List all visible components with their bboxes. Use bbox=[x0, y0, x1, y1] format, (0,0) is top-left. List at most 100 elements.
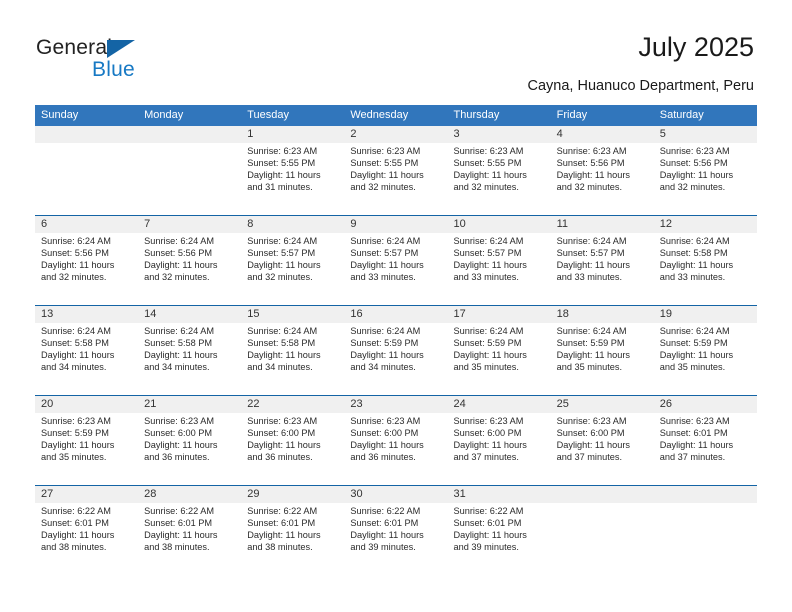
day-number[interactable]: 22 bbox=[241, 396, 344, 413]
day-number[interactable]: 8 bbox=[241, 216, 344, 233]
day-cell[interactable] bbox=[138, 143, 241, 215]
day-cell[interactable]: Sunrise: 6:24 AM Sunset: 5:58 PM Dayligh… bbox=[241, 323, 344, 395]
day-number[interactable] bbox=[138, 126, 241, 143]
daylight-text: Daylight: 11 hours bbox=[247, 440, 321, 451]
sunset-text: Sunset: 6:01 PM bbox=[41, 518, 109, 529]
day-cell[interactable]: Sunrise: 6:24 AM Sunset: 5:58 PM Dayligh… bbox=[35, 323, 138, 395]
daylight-text: Daylight: 11 hours bbox=[41, 260, 115, 271]
day-cell[interactable]: Sunrise: 6:23 AM Sunset: 5:59 PM Dayligh… bbox=[35, 413, 138, 485]
day-cell[interactable]: Sunrise: 6:24 AM Sunset: 5:57 PM Dayligh… bbox=[344, 233, 447, 305]
sunset-text: Sunset: 5:59 PM bbox=[41, 428, 109, 439]
daylight-text-cont: and 35 minutes. bbox=[556, 362, 623, 373]
day-number[interactable]: 31 bbox=[448, 486, 551, 503]
day-cell[interactable]: Sunrise: 6:23 AM Sunset: 6:01 PM Dayligh… bbox=[654, 413, 757, 485]
day-number[interactable]: 10 bbox=[448, 216, 551, 233]
day-number[interactable]: 21 bbox=[138, 396, 241, 413]
daylight-text-cont: and 35 minutes. bbox=[41, 452, 107, 463]
day-number[interactable]: 6 bbox=[35, 216, 138, 233]
day-cell[interactable] bbox=[654, 503, 757, 575]
day-cell[interactable]: Sunrise: 6:24 AM Sunset: 5:59 PM Dayligh… bbox=[654, 323, 757, 395]
sunrise-text: Sunrise: 6:24 AM bbox=[453, 326, 524, 336]
day-number[interactable]: 18 bbox=[551, 306, 654, 323]
day-cell[interactable]: Sunrise: 6:23 AM Sunset: 5:56 PM Dayligh… bbox=[551, 143, 654, 215]
sunrise-text: Sunrise: 6:23 AM bbox=[556, 416, 627, 426]
day-number[interactable]: 27 bbox=[35, 486, 138, 503]
day-cell[interactable]: Sunrise: 6:24 AM Sunset: 5:57 PM Dayligh… bbox=[551, 233, 654, 305]
day-cell[interactable] bbox=[35, 143, 138, 215]
daylight-text-cont: and 39 minutes. bbox=[350, 542, 416, 553]
day-number[interactable]: 7 bbox=[138, 216, 241, 233]
day-cell[interactable]: Sunrise: 6:24 AM Sunset: 5:56 PM Dayligh… bbox=[138, 233, 241, 305]
day-cell[interactable]: Sunrise: 6:23 AM Sunset: 5:55 PM Dayligh… bbox=[241, 143, 344, 215]
day-number[interactable]: 17 bbox=[448, 306, 551, 323]
day-cell[interactable]: Sunrise: 6:22 AM Sunset: 6:01 PM Dayligh… bbox=[241, 503, 344, 575]
daylight-text-cont: and 33 minutes. bbox=[350, 272, 416, 283]
week-detail-band: Sunrise: 6:23 AM Sunset: 5:55 PM Dayligh… bbox=[35, 143, 757, 215]
day-number[interactable]: 24 bbox=[448, 396, 551, 413]
day-number[interactable]: 19 bbox=[654, 306, 757, 323]
daylight-text: Daylight: 11 hours bbox=[453, 530, 527, 541]
day-number[interactable]: 25 bbox=[551, 396, 654, 413]
day-cell[interactable]: Sunrise: 6:23 AM Sunset: 5:55 PM Dayligh… bbox=[448, 143, 551, 215]
day-cell[interactable]: Sunrise: 6:24 AM Sunset: 5:59 PM Dayligh… bbox=[551, 323, 654, 395]
sunset-text: Sunset: 6:01 PM bbox=[350, 518, 419, 529]
day-cell[interactable]: Sunrise: 6:22 AM Sunset: 6:01 PM Dayligh… bbox=[344, 503, 447, 575]
day-cell[interactable]: Sunrise: 6:22 AM Sunset: 6:01 PM Dayligh… bbox=[448, 503, 551, 575]
day-number[interactable] bbox=[35, 126, 138, 143]
daylight-text-cont: and 36 minutes. bbox=[350, 452, 416, 463]
day-cell[interactable]: Sunrise: 6:23 AM Sunset: 5:55 PM Dayligh… bbox=[344, 143, 447, 215]
day-cell[interactable]: Sunrise: 6:23 AM Sunset: 6:00 PM Dayligh… bbox=[448, 413, 551, 485]
day-cell[interactable]: Sunrise: 6:23 AM Sunset: 6:00 PM Dayligh… bbox=[241, 413, 344, 485]
day-number[interactable]: 29 bbox=[241, 486, 344, 503]
sunset-text: Sunset: 6:00 PM bbox=[350, 428, 419, 439]
day-number[interactable]: 30 bbox=[344, 486, 447, 503]
day-number[interactable]: 23 bbox=[344, 396, 447, 413]
calendar-week-row: 1 2 3 4 5 Sunrise: 6:23 AM Sunset: 5:55 … bbox=[35, 126, 757, 215]
sunrise-text: Sunrise: 6:24 AM bbox=[659, 236, 730, 246]
day-number[interactable]: 16 bbox=[344, 306, 447, 323]
daylight-text: Daylight: 11 hours bbox=[350, 350, 424, 361]
day-cell[interactable]: Sunrise: 6:22 AM Sunset: 6:01 PM Dayligh… bbox=[138, 503, 241, 575]
day-number[interactable]: 2 bbox=[344, 126, 447, 143]
day-cell[interactable]: Sunrise: 6:24 AM Sunset: 5:59 PM Dayligh… bbox=[344, 323, 447, 395]
day-number[interactable]: 26 bbox=[654, 396, 757, 413]
daylight-text: Daylight: 11 hours bbox=[41, 440, 115, 451]
day-cell[interactable]: Sunrise: 6:23 AM Sunset: 6:00 PM Dayligh… bbox=[344, 413, 447, 485]
day-number[interactable]: 12 bbox=[654, 216, 757, 233]
sunset-text: Sunset: 5:57 PM bbox=[350, 248, 419, 259]
sunset-text: Sunset: 5:57 PM bbox=[556, 248, 625, 259]
day-number[interactable]: 5 bbox=[654, 126, 757, 143]
day-cell[interactable] bbox=[551, 503, 654, 575]
day-cell[interactable]: Sunrise: 6:23 AM Sunset: 6:00 PM Dayligh… bbox=[138, 413, 241, 485]
day-number[interactable]: 28 bbox=[138, 486, 241, 503]
general-blue-logo[interactable]: General Blue bbox=[36, 36, 236, 82]
day-number[interactable] bbox=[551, 486, 654, 503]
logo-text-general: General bbox=[36, 36, 113, 59]
day-number[interactable]: 14 bbox=[138, 306, 241, 323]
sunrise-text: Sunrise: 6:24 AM bbox=[350, 326, 421, 336]
sunrise-text: Sunrise: 6:23 AM bbox=[144, 416, 215, 426]
day-number[interactable]: 15 bbox=[241, 306, 344, 323]
day-number[interactable]: 1 bbox=[241, 126, 344, 143]
day-cell[interactable]: Sunrise: 6:24 AM Sunset: 5:59 PM Dayligh… bbox=[448, 323, 551, 395]
day-cell[interactable]: Sunrise: 6:24 AM Sunset: 5:58 PM Dayligh… bbox=[654, 233, 757, 305]
day-number[interactable]: 4 bbox=[551, 126, 654, 143]
day-number[interactable]: 20 bbox=[35, 396, 138, 413]
daylight-text: Daylight: 11 hours bbox=[556, 170, 630, 181]
day-number[interactable] bbox=[654, 486, 757, 503]
sunset-text: Sunset: 5:56 PM bbox=[144, 248, 213, 259]
day-number[interactable]: 9 bbox=[344, 216, 447, 233]
sunset-text: Sunset: 5:55 PM bbox=[453, 158, 522, 169]
day-cell[interactable]: Sunrise: 6:23 AM Sunset: 6:00 PM Dayligh… bbox=[551, 413, 654, 485]
sunrise-text: Sunrise: 6:22 AM bbox=[350, 506, 421, 516]
day-number[interactable]: 11 bbox=[551, 216, 654, 233]
day-cell[interactable]: Sunrise: 6:24 AM Sunset: 5:57 PM Dayligh… bbox=[448, 233, 551, 305]
day-number[interactable]: 3 bbox=[448, 126, 551, 143]
day-cell[interactable]: Sunrise: 6:24 AM Sunset: 5:56 PM Dayligh… bbox=[35, 233, 138, 305]
day-cell[interactable]: Sunrise: 6:24 AM Sunset: 5:58 PM Dayligh… bbox=[138, 323, 241, 395]
day-cell[interactable]: Sunrise: 6:24 AM Sunset: 5:57 PM Dayligh… bbox=[241, 233, 344, 305]
day-cell[interactable]: Sunrise: 6:22 AM Sunset: 6:01 PM Dayligh… bbox=[35, 503, 138, 575]
day-cell[interactable]: Sunrise: 6:23 AM Sunset: 5:56 PM Dayligh… bbox=[654, 143, 757, 215]
sunrise-text: Sunrise: 6:24 AM bbox=[144, 236, 215, 246]
day-number[interactable]: 13 bbox=[35, 306, 138, 323]
